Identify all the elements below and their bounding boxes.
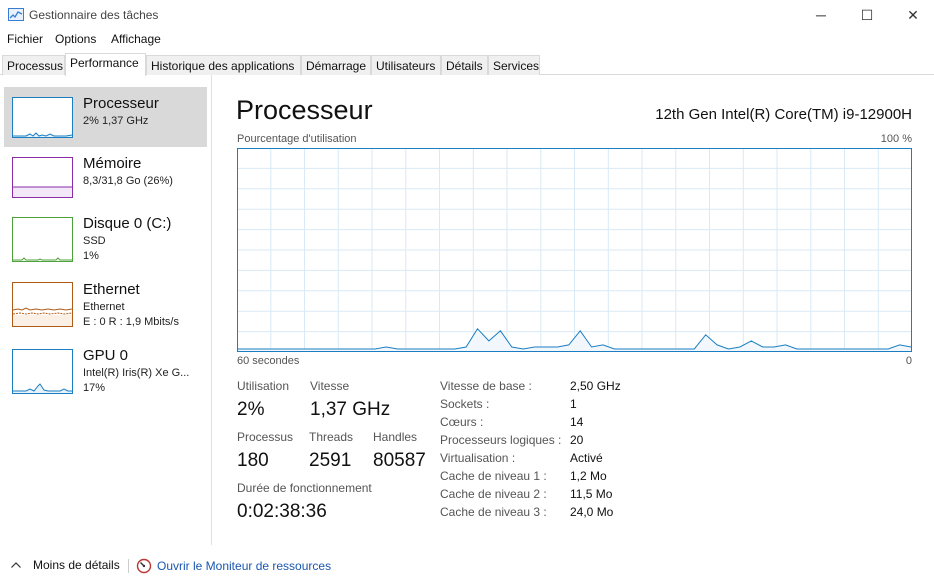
spec-label: Sockets :	[440, 397, 490, 411]
spec-value: 20	[570, 433, 584, 447]
sidebar-detail: Intel(R) Iris(R) Xe G...	[83, 367, 190, 379]
spec-value: 11,5 Mo	[570, 487, 613, 501]
sidebar-item-ethernet[interactable]: Ethernet Ethernet E : 0 R : 1,9 Mbits/s	[4, 273, 207, 333]
spec-label: Virtualisation :	[440, 451, 516, 465]
stat-vitesse-value: 1,37 GHz	[310, 399, 391, 420]
less-details-label: Moins de détails	[33, 558, 120, 572]
stat-threads-label: Threads	[309, 430, 354, 444]
maximize-button[interactable]: ☐	[844, 0, 890, 30]
stat-threads-value: 2591	[309, 450, 352, 471]
tab-utilisateurs[interactable]: Utilisateurs	[371, 55, 441, 75]
spec-label: Cache de niveau 2 :	[440, 487, 547, 501]
minimize-icon: ─	[816, 7, 826, 23]
resource-monitor-label: Ouvrir le Moniteur de ressources	[157, 559, 332, 573]
spec-value: Activé	[570, 451, 603, 465]
gpu-graph-icon	[12, 349, 73, 394]
menu-options[interactable]: Options	[55, 32, 96, 46]
tab-processus[interactable]: Processus	[2, 55, 65, 75]
tab-services[interactable]: Services	[488, 55, 540, 75]
stat-utilisation-value: 2%	[237, 399, 265, 420]
spec-label: Cœurs :	[440, 415, 484, 429]
menu-affichage[interactable]: Affichage	[111, 32, 161, 46]
graph-min-label: 0	[905, 355, 912, 367]
resource-sidebar: Processeur 2% 1,37 GHz Mémoire 8,3/31,8 …	[0, 75, 212, 545]
sidebar-detail: SSD	[83, 235, 106, 247]
resource-monitor-link[interactable]: Ouvrir le Moniteur de ressources	[136, 558, 331, 574]
performance-panel: Processeur 2% 1,37 GHz Mémoire 8,3/31,8 …	[0, 75, 934, 545]
sidebar-detail: Ethernet	[83, 301, 125, 313]
menu-bar: Fichier Options Affichage	[0, 30, 934, 50]
sidebar-detail: 17%	[83, 382, 106, 394]
sidebar-item-memoire[interactable]: Mémoire 8,3/31,8 Go (26%)	[4, 147, 207, 207]
spec-value: 1,2 Mo	[570, 469, 607, 483]
sidebar-title: GPU 0	[83, 347, 129, 364]
stat-uptime-label: Durée de fonctionnement	[237, 481, 372, 495]
title-bar: Gestionnaire des tâches ─ ☐ ✕	[0, 0, 934, 30]
stat-utilisation-label: Utilisation	[237, 379, 290, 393]
window-title: Gestionnaire des tâches	[29, 8, 159, 22]
cpu-graph-icon	[12, 97, 73, 138]
stat-vitesse-label: Vitesse	[310, 379, 350, 393]
sidebar-title: Processeur	[83, 95, 159, 112]
close-button[interactable]: ✕	[890, 0, 934, 30]
spec-value: 24,0 Mo	[570, 505, 614, 519]
sidebar-title: Mémoire	[83, 155, 142, 172]
stat-handles-label: Handles	[373, 430, 418, 444]
stat-handles-value: 80587	[373, 450, 426, 471]
cpu-usage-graph	[237, 148, 912, 352]
sidebar-title: Ethernet	[83, 281, 140, 298]
sidebar-detail: 2% 1,37 GHz	[83, 115, 149, 127]
task-manager-icon	[8, 8, 24, 21]
memory-graph-icon	[12, 157, 73, 198]
spec-label: Vitesse de base :	[440, 379, 532, 393]
maximize-icon: ☐	[860, 6, 874, 23]
graph-max-label: 100 %	[880, 133, 912, 145]
disk-graph-icon	[12, 217, 73, 262]
spec-label: Processeurs logiques :	[440, 433, 562, 447]
sidebar-title: Disque 0 (C:)	[83, 215, 172, 232]
sidebar-item-disque[interactable]: Disque 0 (C:) SSD 1%	[4, 207, 207, 267]
ethernet-graph-icon	[12, 282, 73, 327]
menu-fichier[interactable]: Fichier	[7, 32, 43, 46]
tab-bar: Processus Performance Historique des app…	[0, 53, 934, 76]
tab-details[interactable]: Détails	[441, 55, 488, 75]
graph-label: Pourcentage d'utilisation	[237, 133, 357, 145]
stat-processus-label: Processus	[237, 430, 294, 444]
chevron-up-icon	[11, 562, 21, 568]
spec-value: 14	[570, 415, 584, 429]
footer-divider	[128, 559, 129, 573]
cpu-detail-panel: Processeur 12th Gen Intel(R) Core(TM) i9…	[212, 75, 934, 545]
close-icon: ✕	[907, 6, 919, 23]
footer-bar: Moins de détails Ouvrir le Moniteur de r…	[0, 545, 934, 588]
spec-value: 2,50 GHz	[570, 379, 621, 393]
spec-label: Cache de niveau 1 :	[440, 469, 547, 483]
stat-uptime-value: 0:02:38:36	[237, 501, 327, 522]
stat-processus-value: 180	[237, 450, 269, 471]
spec-value: 1	[570, 397, 577, 411]
tab-performance[interactable]: Performance	[65, 53, 146, 76]
graph-time-label: 60 secondes	[237, 355, 300, 367]
tab-historique[interactable]: Historique des applications	[146, 55, 301, 75]
minimize-button[interactable]: ─	[798, 0, 844, 30]
sidebar-item-processeur[interactable]: Processeur 2% 1,37 GHz	[4, 87, 207, 147]
spec-label: Cache de niveau 3 :	[440, 505, 547, 519]
sidebar-detail: 1%	[83, 250, 99, 262]
sidebar-item-gpu[interactable]: GPU 0 Intel(R) Iris(R) Xe G... 17%	[4, 339, 207, 399]
resource-monitor-icon	[136, 558, 152, 574]
less-details-button[interactable]: Moins de détails	[10, 558, 120, 572]
page-title: Processeur	[236, 95, 373, 125]
sidebar-detail: E : 0 R : 1,9 Mbits/s	[83, 316, 179, 328]
sidebar-detail: 8,3/31,8 Go (26%)	[83, 175, 173, 187]
tab-demarrage[interactable]: Démarrage	[301, 55, 371, 75]
cpu-model-name: 12th Gen Intel(R) Core(TM) i9-12900H	[655, 106, 912, 123]
